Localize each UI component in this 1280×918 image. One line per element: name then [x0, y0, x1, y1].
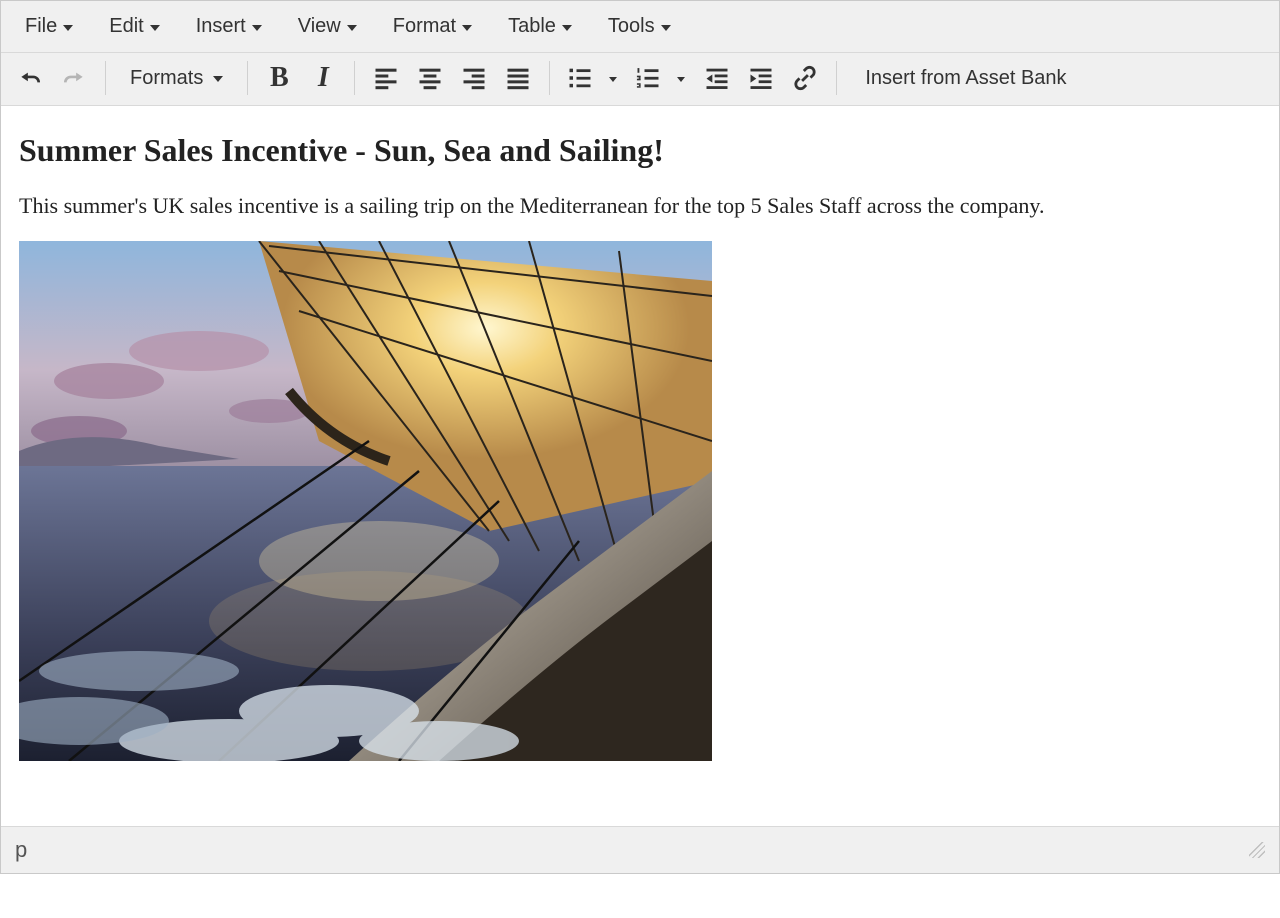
align-left-icon [372, 64, 400, 92]
caret-down-icon [150, 25, 160, 31]
caret-down-icon [661, 25, 671, 31]
align-justify-button[interactable] [497, 57, 539, 99]
toolbar-separator [549, 61, 550, 95]
content-image[interactable] [19, 241, 712, 761]
caret-down-icon [462, 25, 472, 31]
editor-content[interactable]: Summer Sales Incentive - Sun, Sea and Sa… [1, 106, 1279, 826]
bullet-list-button[interactable] [560, 57, 600, 99]
menu-label: View [298, 15, 341, 38]
outdent-button[interactable] [696, 57, 738, 99]
menu-label: Insert [196, 15, 246, 38]
toolbar-separator [105, 61, 106, 95]
resize-grip-icon[interactable] [1249, 842, 1265, 858]
formats-dropdown[interactable]: Formats [116, 57, 237, 99]
rich-text-editor: File Edit Insert View Format Table Tools [0, 0, 1280, 874]
align-right-icon [460, 64, 488, 92]
menu-label: Format [393, 15, 456, 38]
toolbar-separator [247, 61, 248, 95]
align-center-icon [416, 64, 444, 92]
indent-icon [747, 64, 775, 92]
sailing-photo-icon [19, 241, 712, 761]
bullet-list-icon [566, 64, 594, 92]
redo-icon [61, 65, 87, 91]
align-justify-icon [504, 64, 532, 92]
link-button[interactable] [784, 57, 826, 99]
caret-down-icon [347, 25, 357, 31]
align-center-button[interactable] [409, 57, 451, 99]
menu-label: Table [508, 15, 556, 38]
insert-from-asset-bank-button[interactable]: Insert from Asset Bank [847, 57, 1084, 99]
align-left-button[interactable] [365, 57, 407, 99]
redo-button[interactable] [53, 57, 95, 99]
menu-label: Edit [109, 15, 143, 38]
number-list-dropdown[interactable] [668, 57, 694, 99]
number-list-icon [634, 64, 662, 92]
undo-icon [17, 65, 43, 91]
element-path[interactable]: p [15, 837, 27, 863]
content-paragraph[interactable]: This summer's UK sales incentive is a sa… [19, 191, 1119, 221]
asset-bank-label: Insert from Asset Bank [865, 67, 1066, 90]
align-right-button[interactable] [453, 57, 495, 99]
toolbar-separator [354, 61, 355, 95]
toolbar-separator [836, 61, 837, 95]
menu-table[interactable]: Table [492, 7, 588, 46]
italic-icon: I [318, 62, 329, 94]
bold-icon: B [270, 62, 289, 94]
caret-down-icon [677, 77, 685, 82]
content-heading[interactable]: Summer Sales Incentive - Sun, Sea and Sa… [19, 132, 1261, 169]
indent-button[interactable] [740, 57, 782, 99]
menu-format[interactable]: Format [377, 7, 488, 46]
caret-down-icon [63, 25, 73, 31]
bullet-list-dropdown[interactable] [600, 57, 626, 99]
menubar: File Edit Insert View Format Table Tools [1, 1, 1279, 53]
link-icon [791, 64, 819, 92]
menu-file[interactable]: File [9, 7, 89, 46]
bullet-list-split-button [560, 57, 626, 99]
italic-button[interactable]: I [302, 57, 344, 99]
toolbar: Formats B I [1, 53, 1279, 106]
menu-view[interactable]: View [282, 7, 373, 46]
statusbar: p [1, 826, 1279, 873]
outdent-icon [703, 64, 731, 92]
formats-label: Formats [130, 67, 203, 90]
menu-edit[interactable]: Edit [93, 7, 175, 46]
caret-down-icon [562, 25, 572, 31]
caret-down-icon [213, 76, 223, 82]
menu-tools[interactable]: Tools [592, 7, 687, 46]
menu-insert[interactable]: Insert [180, 7, 278, 46]
caret-down-icon [609, 77, 617, 82]
bold-button[interactable]: B [258, 57, 300, 99]
undo-button[interactable] [9, 57, 51, 99]
caret-down-icon [252, 25, 262, 31]
number-list-button[interactable] [628, 57, 668, 99]
number-list-split-button [628, 57, 694, 99]
menu-label: File [25, 15, 57, 38]
menu-label: Tools [608, 15, 655, 38]
